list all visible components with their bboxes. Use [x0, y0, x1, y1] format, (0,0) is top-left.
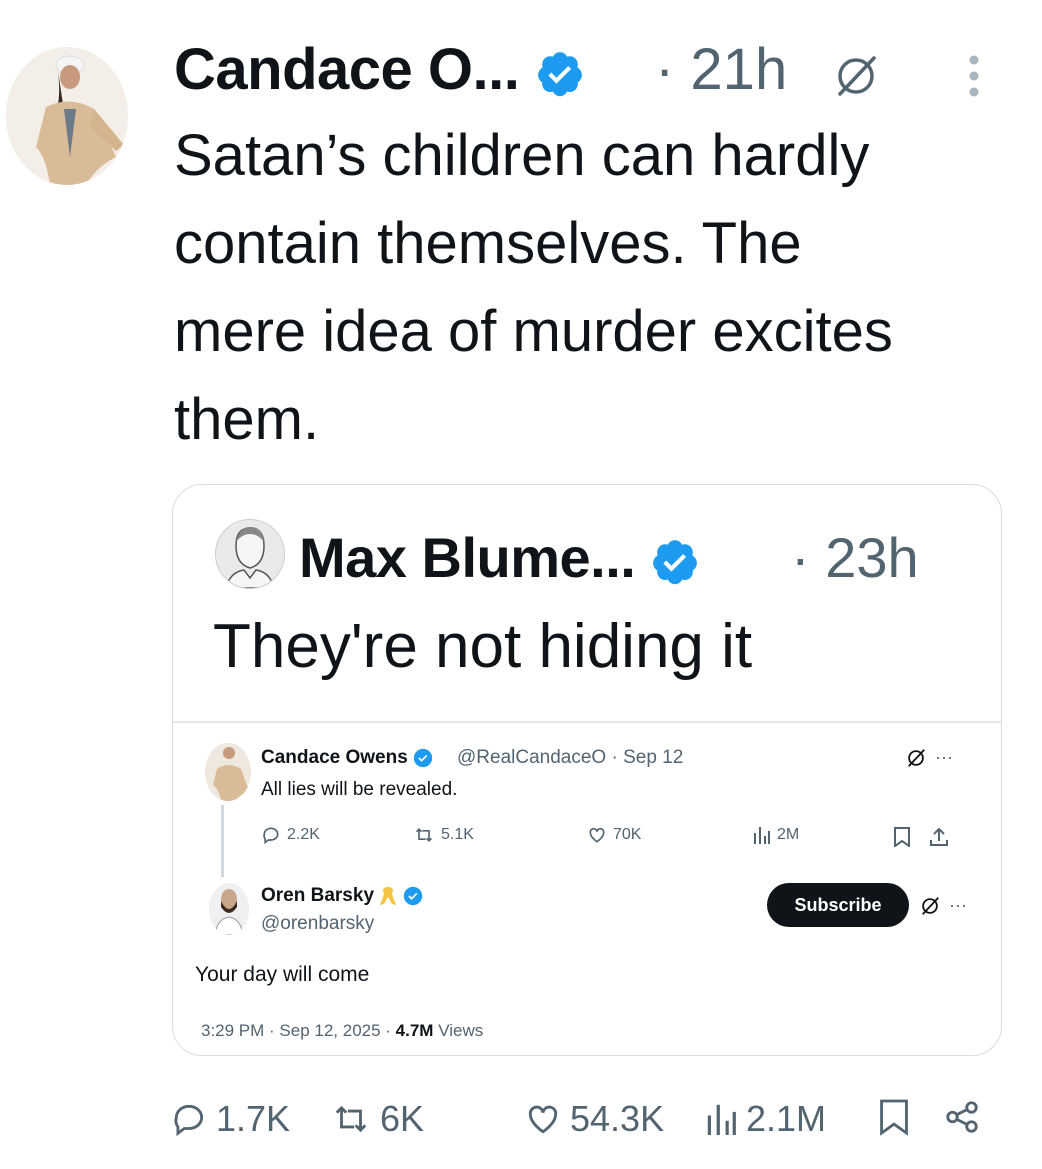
- embedded-reply-count: 2.2K: [261, 825, 320, 845]
- views-count: 2.1M: [746, 1098, 827, 1139]
- more-icon[interactable]: [966, 52, 982, 100]
- embedded-post-text: All lies will be revealed.: [261, 779, 458, 800]
- more-icon: ···: [949, 895, 967, 915]
- verified-badge-icon: [535, 49, 585, 99]
- grok-icon[interactable]: [832, 52, 880, 100]
- embedded-author-name: Oren Barsky: [261, 885, 423, 907]
- repost-icon: [413, 825, 435, 845]
- reply-count: 1.7K: [216, 1098, 291, 1139]
- embedded-author-name-text: Oren Barsky: [261, 885, 375, 907]
- embedded-repost-count: 5.1K: [413, 825, 474, 845]
- embedded-like-count: 70K: [587, 825, 641, 845]
- quoted-post-time[interactable]: · 23h: [791, 525, 919, 590]
- embedded-views-suffix: Views: [433, 1021, 484, 1040]
- embedded-views-value: 2M: [777, 826, 800, 843]
- reply-icon: [170, 1100, 208, 1138]
- quoted-author-name[interactable]: Max Blume...: [299, 526, 636, 589]
- views-icon: [706, 1101, 738, 1137]
- quoted-author-row[interactable]: Max Blume...: [299, 525, 700, 590]
- embedded-post-meta: 3:29 PM · Sep 12, 2025 · 4.7M Views: [201, 1021, 483, 1041]
- more-icon: ···: [935, 747, 953, 767]
- quoted-post[interactable]: Max Blume... · 23h They're not hiding it…: [172, 484, 1002, 1056]
- bookmark-icon: [893, 827, 911, 847]
- views-icon: [753, 825, 771, 845]
- embedded-post-text: Your day will come: [195, 963, 370, 986]
- post-time[interactable]: · 21h: [655, 36, 787, 103]
- author-name[interactable]: Candace O...: [174, 37, 520, 102]
- author-name-row[interactable]: Candace O...: [174, 36, 585, 103]
- verified-badge-icon: [650, 537, 700, 587]
- subscribe-button: Subscribe: [767, 883, 909, 927]
- quoted-post-text: They're not hiding it: [213, 612, 753, 681]
- like-icon: [587, 825, 607, 845]
- grok-icon: [919, 895, 941, 917]
- embedded-reply-value: 2.2K: [287, 826, 320, 843]
- repost-button[interactable]: 6K: [330, 1098, 424, 1140]
- reply-icon: [261, 825, 281, 845]
- verified-badge-icon: [413, 748, 433, 768]
- embedded-author-avatar: [205, 743, 251, 801]
- views-button[interactable]: 2.1M: [706, 1098, 826, 1140]
- like-count: 54.3K: [570, 1098, 665, 1139]
- grok-icon: [905, 747, 927, 769]
- embedded-repost-value: 5.1K: [441, 826, 474, 843]
- like-button[interactable]: 54.3K: [524, 1098, 664, 1140]
- embedded-author-avatar: [209, 883, 249, 935]
- reply-button[interactable]: 1.7K: [170, 1098, 290, 1140]
- embedded-handle: @orenbarsky: [261, 913, 375, 934]
- embedded-views-count: 2M: [753, 825, 799, 845]
- embedded-author-name: Candace Owens: [261, 747, 433, 769]
- bookmark-button[interactable]: [878, 1098, 910, 1136]
- embedded-author-name-text: Candace Owens: [261, 747, 408, 768]
- share-icon: [929, 827, 949, 847]
- share-button[interactable]: [942, 1098, 982, 1136]
- embedded-meta-prefix: 3:29 PM · Sep 12, 2025 ·: [201, 1021, 396, 1040]
- embedded-views-count: 4.7M: [395, 1021, 434, 1040]
- bookmark-icon: [878, 1098, 910, 1136]
- like-icon: [524, 1100, 562, 1138]
- author-avatar[interactable]: [6, 47, 128, 185]
- post-text: Satan’s children can hardly contain them…: [174, 123, 893, 452]
- yellow-ribbon-icon: [379, 885, 397, 907]
- quoted-author-avatar[interactable]: [215, 519, 285, 589]
- embedded-like-value: 70K: [613, 826, 642, 843]
- divider: [173, 721, 1001, 723]
- repost-count: 6K: [380, 1098, 425, 1139]
- share-icon: [942, 1098, 982, 1136]
- thread-line: [221, 805, 224, 877]
- embedded-handle-time: @RealCandaceO · Sep 12: [457, 747, 684, 768]
- repost-icon: [330, 1100, 372, 1138]
- verified-badge-icon: [403, 886, 423, 906]
